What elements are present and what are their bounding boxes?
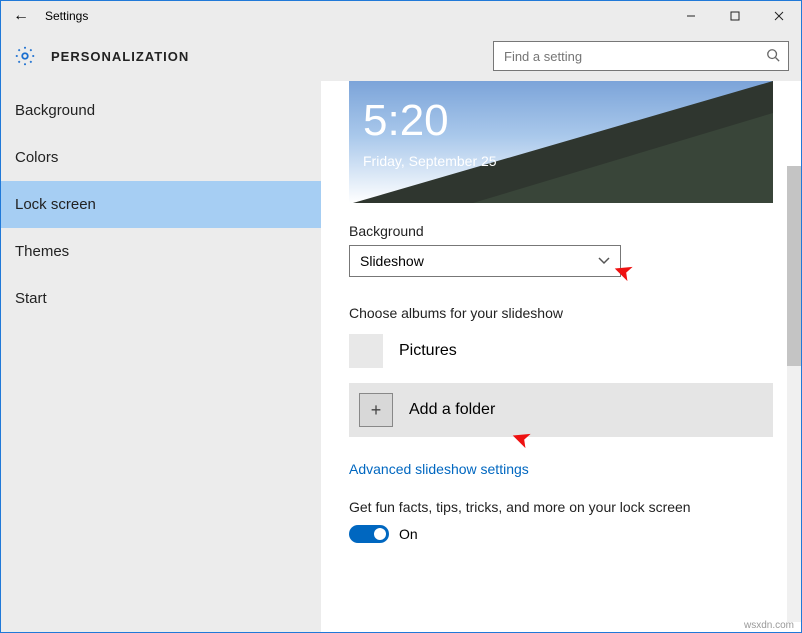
- album-item[interactable]: Pictures: [349, 333, 773, 369]
- titlebar: ← Settings: [1, 1, 801, 31]
- lockscreen-preview: 5:20 Friday, September 25: [349, 81, 773, 203]
- section-title: PERSONALIZATION: [51, 49, 189, 64]
- chevron-down-icon: [598, 254, 610, 268]
- album-thumb: [349, 334, 383, 368]
- close-icon: [774, 11, 784, 21]
- sidebar-item-lock-screen[interactable]: Lock screen: [1, 181, 321, 228]
- background-selected: Slideshow: [360, 253, 424, 269]
- toggle-state: On: [399, 526, 418, 542]
- maximize-button[interactable]: [713, 1, 757, 31]
- minimize-icon: [686, 11, 696, 21]
- preview-date: Friday, September 25: [363, 153, 497, 169]
- gear-icon: [13, 44, 37, 68]
- close-button[interactable]: [757, 1, 801, 31]
- sidebar-item-themes[interactable]: Themes: [1, 228, 321, 275]
- background-label: Background: [349, 223, 773, 239]
- body: Background Colors Lock screen Themes Sta…: [1, 81, 801, 632]
- scrollbar-thumb[interactable]: [787, 166, 801, 366]
- fun-facts-toggle-row: On: [349, 525, 773, 543]
- search-input[interactable]: [502, 48, 766, 65]
- search-icon: [766, 48, 780, 65]
- albums-label: Choose albums for your slideshow: [349, 305, 773, 321]
- settings-window: ← Settings PERSONALIZATION Background Co…: [0, 0, 802, 633]
- plus-icon: +: [359, 393, 393, 427]
- sidebar-item-colors[interactable]: Colors: [1, 134, 321, 181]
- window-title: Settings: [41, 9, 88, 23]
- fun-facts-label: Get fun facts, tips, tricks, and more on…: [349, 499, 773, 515]
- back-button[interactable]: ←: [1, 7, 41, 25]
- album-name: Pictures: [399, 342, 457, 360]
- add-folder-button[interactable]: + Add a folder: [349, 383, 773, 437]
- content-pane: 5:20 Friday, September 25 Background Sli…: [321, 81, 801, 632]
- header: PERSONALIZATION: [1, 31, 801, 81]
- add-folder-label: Add a folder: [409, 401, 495, 419]
- sidebar-item-start[interactable]: Start: [1, 275, 321, 322]
- sidebar-item-background[interactable]: Background: [1, 87, 321, 134]
- advanced-slideshow-link[interactable]: Advanced slideshow settings: [349, 461, 529, 477]
- fun-facts-toggle[interactable]: [349, 525, 389, 543]
- preview-time: 5:20: [363, 99, 449, 143]
- search-box[interactable]: [493, 41, 789, 71]
- toggle-knob: [374, 528, 386, 540]
- minimize-button[interactable]: [669, 1, 713, 31]
- scrollbar[interactable]: [787, 166, 801, 622]
- background-dropdown[interactable]: Slideshow: [349, 245, 621, 277]
- sidebar: Background Colors Lock screen Themes Sta…: [1, 81, 321, 632]
- maximize-icon: [730, 11, 740, 21]
- watermark: wsxdn.com: [744, 620, 794, 631]
